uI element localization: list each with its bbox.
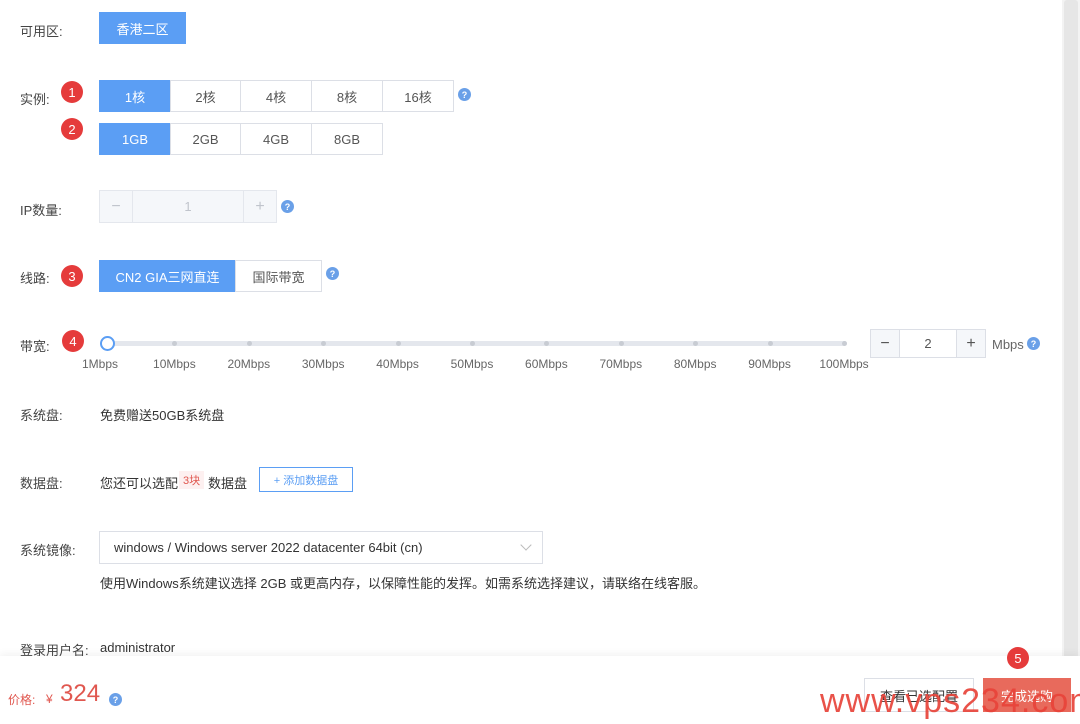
price-currency: ¥ [46,692,53,706]
scrollbar[interactable] [1062,0,1080,660]
ip-help-icon[interactable]: ? [281,200,294,213]
chevron-down-icon [520,539,532,551]
data-disk-label: 数据盘: [20,476,63,491]
step-badge-4: 4 [62,330,84,352]
ip-plus-button: + [243,191,276,222]
cpu-option-2[interactable]: 2核 [170,80,241,112]
step-badge-3: 3 [61,265,83,287]
slider-tick-label: 30Mbps [301,357,345,371]
data-disk-prefix: 您还可以选配 [100,476,179,491]
scrollbar-thumb[interactable] [1064,0,1078,660]
slider-tick-label: 60Mbps [525,357,568,371]
system-disk-label: 系统盘: [20,408,63,423]
ip-minus-button: − [100,191,133,222]
line-help-icon[interactable]: ? [326,267,339,280]
zone-option-hk2[interactable]: 香港二区 [99,12,186,44]
system-disk-text: 免费赠送50GB系统盘 [100,408,225,423]
image-hint: 使用Windows系统建议选择 2GB 或更高内存，以保障性能的发挥。如需系统选… [100,576,706,591]
cpu-option-16[interactable]: 16核 [382,80,454,112]
slider-tick-label: 80Mbps [673,357,717,371]
cpu-option-1[interactable]: 1核 [99,80,171,112]
cpu-help-icon[interactable]: ? [458,88,471,101]
bandwidth-plus-button[interactable]: + [956,330,985,357]
bandwidth-slider-track[interactable] [105,341,847,346]
slider-tick-dot[interactable] [395,341,401,346]
slider-tick-dot[interactable] [618,341,624,346]
bandwidth-minus-button[interactable]: − [871,330,900,357]
login-username-value: administrator [100,640,176,655]
instance-label: 实例: [20,92,50,107]
mem-option-1gb[interactable]: 1GB [99,123,171,155]
step-badge-5: 5 [1007,647,1029,669]
mem-option-8gb[interactable]: 8GB [311,123,383,155]
config-form: 可用区: 香港二区 实例: 1 1核 2核 4核 8核 16核 ? 2 1GB … [0,0,1062,724]
slider-tick-label: 20Mbps [227,357,271,371]
image-select[interactable]: windows / Windows server 2022 datacenter… [99,531,543,564]
line-option-cn2-gia[interactable]: CN2 GIA三网直连 [99,260,236,292]
slider-tick-dot[interactable] [767,341,773,346]
slider-tick-label: 70Mbps [599,357,643,371]
slider-tick-label: 40Mbps [376,357,419,371]
ip-count-stepper: − 1 + [99,190,277,223]
bandwidth-help-icon[interactable]: ? [1027,337,1040,350]
slider-tick-dot[interactable] [246,341,252,346]
add-data-disk-button[interactable]: + 添加数据盘 [259,467,353,492]
data-disk-suffix: 数据盘 [208,476,248,491]
step-badge-1: 1 [61,81,83,103]
slider-tick-label: 10Mbps [153,357,196,371]
slider-tick-label: 90Mbps [748,357,791,371]
bandwidth-slider-handle[interactable] [100,336,115,351]
ip-count-label: IP数量: [20,203,62,218]
cpu-option-4[interactable]: 4核 [240,80,312,112]
mem-option-2gb[interactable]: 2GB [170,123,241,155]
image-select-value: windows / Windows server 2022 datacenter… [114,540,423,555]
price-value: 324 [60,680,101,707]
bandwidth-stepper: − 2 + [870,329,986,358]
slider-tick-dot[interactable] [842,341,847,346]
price-help-icon[interactable]: ? [109,693,122,706]
cpu-option-8[interactable]: 8核 [311,80,383,112]
slider-tick-label: 100Mbps [819,357,869,371]
zone-label: 可用区: [20,24,63,39]
slider-tick-label: 1Mbps [81,357,119,371]
image-label: 系统镜像: [20,543,76,558]
line-option-international[interactable]: 国际带宽 [235,260,322,292]
line-label: 线路: [20,271,50,286]
price-label: 价格: [8,693,36,707]
bandwidth-value-input[interactable]: 2 [900,330,956,357]
step-badge-2: 2 [61,118,83,140]
mem-option-4gb[interactable]: 4GB [240,123,312,155]
ip-count-value: 1 [184,199,192,214]
watermark: www.vps234.com [820,682,1080,720]
slider-tick-label: 50Mbps [450,357,494,371]
slider-tick-dot[interactable] [470,341,475,346]
bandwidth-unit: Mbps [992,337,1024,352]
bandwidth-label: 带宽: [20,339,50,354]
data-disk-count-badge: 3块 [179,471,205,489]
